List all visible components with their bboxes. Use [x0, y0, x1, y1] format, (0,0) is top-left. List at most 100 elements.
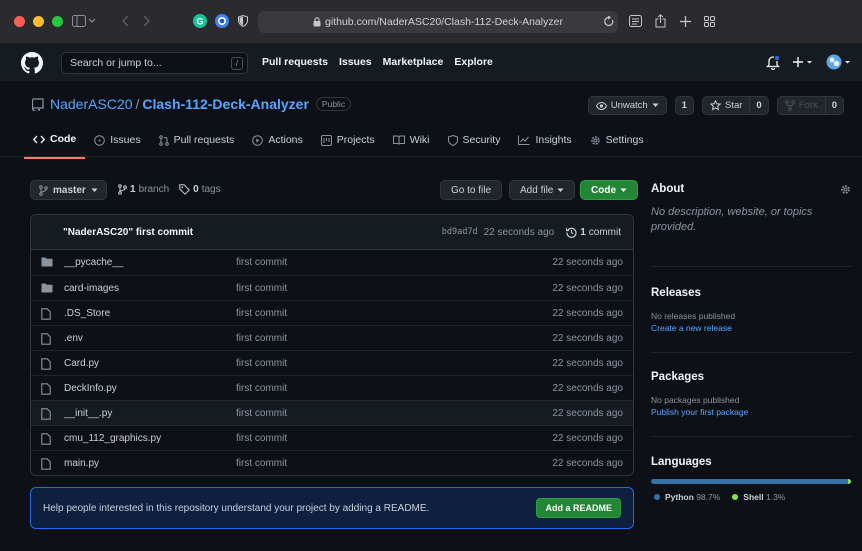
grammarly-extension-icon[interactable]: G [192, 12, 208, 30]
tab-insights[interactable]: Insights [509, 129, 580, 159]
commit-history-link[interactable]: 1 commit [566, 227, 621, 238]
packages-title[interactable]: Packages [651, 371, 851, 383]
close-window-button[interactable] [14, 16, 25, 27]
language-shell[interactable]: Shell 1.3% [732, 492, 785, 502]
readme-prompt-text: Help people interested in this repositor… [43, 502, 430, 514]
reader-icon[interactable] [627, 12, 643, 30]
nav-explore[interactable]: Explore [454, 56, 493, 68]
file-age: 22 seconds ago [552, 307, 623, 319]
file-list: "NaderASC20" first commit bd9ad7d 22 sec… [30, 214, 634, 476]
notifications-bell-icon[interactable] [766, 54, 780, 70]
branch-select-button[interactable]: master [30, 180, 107, 200]
tab-issues[interactable]: Issues [85, 129, 149, 159]
file-name[interactable]: cmu_112_graphics.py [64, 433, 161, 444]
tab-settings[interactable]: Settings [581, 129, 653, 159]
publish-package-link[interactable]: Publish your first package [651, 407, 851, 417]
tag-count: 0 [193, 184, 199, 195]
back-icon[interactable] [118, 12, 132, 30]
file-commit-message[interactable]: first commit [236, 358, 287, 369]
folder-icon [41, 283, 53, 293]
file-row-env[interactable]: .env first commit 22 seconds ago [31, 325, 633, 350]
search-input[interactable]: Search or jump to... / [61, 52, 248, 74]
repo-owner-link[interactable]: NaderASC20 [50, 96, 133, 112]
tab-projects[interactable]: Projects [312, 129, 384, 159]
tab-overview-icon[interactable] [701, 12, 717, 30]
star-label: Star [724, 100, 743, 111]
branch-name: master [53, 184, 86, 196]
create-new-plus-icon[interactable] [792, 56, 814, 68]
file-row-pycache[interactable]: __pycache__ first commit 22 seconds ago [31, 250, 633, 275]
reload-icon[interactable] [603, 12, 615, 30]
file-commit-message[interactable]: first commit [236, 333, 287, 344]
file-commit-message[interactable]: first commit [236, 408, 287, 419]
fork-button[interactable]: Fork 0 [776, 96, 844, 115]
file-row-card-images[interactable]: card-images first commit 22 seconds ago [31, 275, 633, 300]
shell-color-dot [732, 494, 739, 500]
file-name[interactable]: Card.py [64, 358, 99, 369]
file-age: 22 seconds ago [552, 332, 623, 344]
unwatch-button[interactable]: Unwatch [587, 96, 667, 115]
new-tab-icon[interactable] [677, 12, 693, 30]
star-button[interactable]: Star 0 [701, 96, 769, 115]
tab-pull-requests[interactable]: Pull requests [150, 129, 244, 159]
create-release-link[interactable]: Create a new release [651, 323, 851, 333]
nav-pull-requests[interactable]: Pull requests [262, 56, 328, 68]
repo-icon [32, 97, 44, 111]
branches-link[interactable]: 1 branch [118, 184, 169, 195]
commit-sha-link[interactable]: bd9ad7d [442, 227, 478, 237]
code-button-label: Code [591, 184, 616, 196]
fork-label: Fork [798, 100, 818, 111]
user-avatar[interactable] [826, 54, 852, 70]
file-commit-message[interactable]: first commit [236, 257, 287, 268]
minimize-window-button[interactable] [33, 16, 44, 27]
add-file-button[interactable]: Add file [509, 180, 576, 200]
github-logo-icon[interactable] [21, 52, 43, 74]
privacy-shield-icon[interactable] [236, 12, 250, 30]
releases-title[interactable]: Releases [651, 287, 851, 299]
extension-icon[interactable] [214, 12, 230, 30]
file-commit-message[interactable]: first commit [236, 283, 287, 294]
tags-link[interactable]: 0 tags [179, 184, 221, 195]
tab-actions[interactable]: Actions [243, 129, 311, 159]
file-name[interactable]: .DS_Store [64, 308, 110, 319]
language-python[interactable]: Python 98.7% [654, 492, 720, 502]
file-row-main-py[interactable]: main.py first commit 22 seconds ago [31, 450, 633, 475]
file-name[interactable]: __init__.py [64, 408, 112, 419]
file-name[interactable]: __pycache__ [64, 257, 124, 268]
file-name[interactable]: DeckInfo.py [64, 383, 117, 394]
header-actions [766, 54, 852, 70]
file-row-init-py[interactable]: __init__.py first commit 22 seconds ago [31, 400, 633, 425]
file-commit-message[interactable]: first commit [236, 458, 287, 469]
watch-count[interactable]: 1 [674, 96, 694, 115]
file-commit-message[interactable]: first commit [236, 308, 287, 319]
tab-code[interactable]: Code [24, 129, 86, 159]
book-icon [392, 135, 405, 145]
nav-issues[interactable]: Issues [339, 56, 372, 68]
commit-message-link[interactable]: "NaderASC20" first commit [63, 227, 193, 238]
file-commit-message[interactable]: first commit [236, 383, 287, 394]
file-row-card-py[interactable]: Card.py first commit 22 seconds ago [31, 350, 633, 375]
file-name[interactable]: main.py [64, 458, 99, 469]
file-row-deckinfo-py[interactable]: DeckInfo.py first commit 22 seconds ago [31, 375, 633, 400]
share-icon[interactable] [652, 12, 668, 30]
file-age: 22 seconds ago [552, 257, 623, 268]
zoom-window-button[interactable] [52, 16, 63, 27]
go-to-file-button[interactable]: Go to file [440, 180, 503, 200]
file-commit-message[interactable]: first commit [236, 433, 287, 444]
forward-icon[interactable] [140, 12, 154, 30]
nav-marketplace[interactable]: Marketplace [383, 56, 444, 68]
code-dropdown-button[interactable]: Code [580, 180, 638, 200]
repo-name-link[interactable]: Clash-112-Deck-Analyzer [142, 96, 309, 112]
tab-wiki[interactable]: Wiki [384, 129, 439, 159]
add-readme-button[interactable]: Add a README [536, 498, 621, 518]
sidebar-toggle-icon[interactable] [70, 12, 98, 30]
file-name[interactable]: .env [64, 333, 83, 344]
file-age: 22 seconds ago [552, 282, 623, 294]
file-row-cmu-graphics-py[interactable]: cmu_112_graphics.py first commit 22 seco… [31, 425, 633, 450]
branch-icon [39, 184, 48, 196]
tab-security[interactable]: Security [439, 129, 510, 159]
gear-icon[interactable] [840, 184, 851, 195]
file-name[interactable]: card-images [64, 283, 119, 294]
address-bar[interactable]: github.com/NaderASC20/Clash-112-Deck-Ana… [258, 11, 618, 33]
file-row-ds-store[interactable]: .DS_Store first commit 22 seconds ago [31, 300, 633, 325]
